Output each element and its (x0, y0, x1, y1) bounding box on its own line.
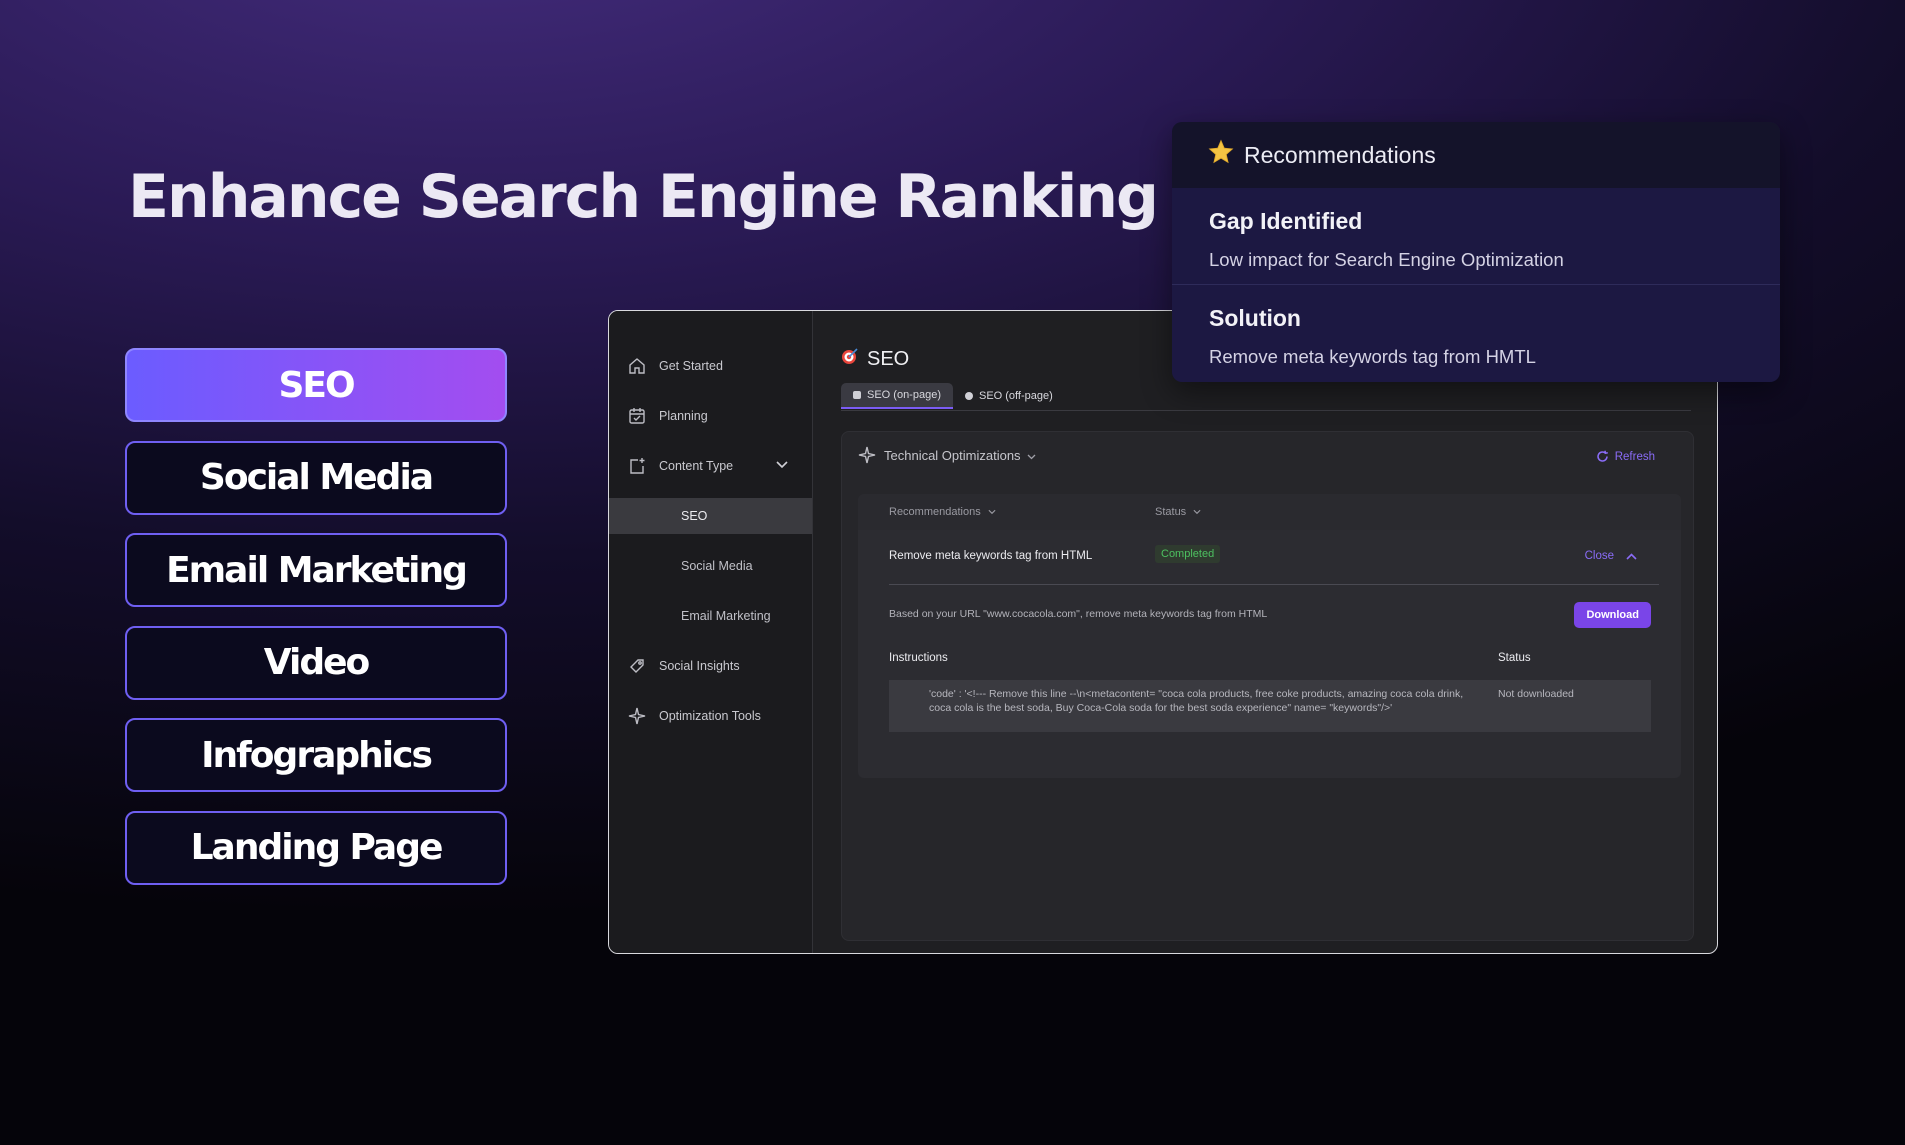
refresh-icon (1596, 450, 1608, 462)
code-snippet-row: 'code' : '<!--- Remove this line --\n<me… (889, 680, 1651, 732)
technical-optimizations-panel: Technical Optimizations Refresh Recommen… (841, 431, 1694, 941)
table-row[interactable]: Remove meta keywords tag from HTML Compl… (858, 530, 1681, 584)
solution-title: Solution (1209, 305, 1301, 331)
chevron-down-icon (1027, 448, 1036, 463)
close-button[interactable]: Close (1585, 550, 1637, 562)
chevron-up-icon (1626, 552, 1637, 560)
download-button[interactable]: Download (1574, 602, 1651, 628)
sidebar-item-get-started[interactable]: Get Started (609, 341, 812, 391)
page-icon (853, 391, 861, 399)
category-landing-page-button[interactable]: Landing Page (125, 810, 507, 885)
sparkle-icon (858, 446, 876, 464)
detail-description: Based on your URL "www.cocacola.com", re… (889, 608, 1268, 620)
instructions-status-header: Status (1498, 652, 1531, 664)
category-email-marketing-button[interactable]: Email Marketing (125, 533, 507, 607)
sidebar-subitem-social-media[interactable]: Social Media (609, 541, 812, 591)
sidebar-item-social-insights[interactable]: Social Insights (609, 641, 812, 691)
gap-text: Low impact for Search Engine Optimizatio… (1209, 249, 1564, 270)
chevron-down-icon (988, 509, 996, 515)
solution-text: Remove meta keywords tag from HMTL (1209, 346, 1536, 367)
home-icon (627, 356, 647, 376)
sidebar-item-label: Optimization Tools (659, 709, 761, 723)
sidebar-item-label: Planning (659, 409, 708, 423)
status-badge: Completed (1155, 545, 1221, 563)
gap-section: Gap Identified Low impact for Search Eng… (1209, 208, 1564, 271)
gap-title: Gap Identified (1209, 208, 1363, 234)
sidebar: Get Started Planning Content Type SEO So… (609, 311, 813, 953)
code-status: Not downloaded (1498, 688, 1574, 700)
sidebar-item-content-type[interactable]: Content Type (609, 441, 812, 491)
panel-header[interactable]: Technical Optimizations (858, 446, 1036, 464)
solution-section: Solution Remove meta keywords tag from H… (1209, 305, 1536, 368)
star-icon (1208, 139, 1234, 171)
category-social-media-button[interactable]: Social Media (125, 440, 507, 515)
hero-title: Enhance Search Engine Ranking (128, 162, 1159, 232)
sidebar-item-label: Content Type (659, 459, 734, 473)
tab-label: SEO (on-page) (867, 389, 941, 401)
refresh-label: Refresh (1614, 450, 1655, 463)
table-header: Recommendations Status (858, 494, 1681, 530)
category-list: SEO Social Media Email Marketing Video I… (125, 348, 507, 903)
main-content: SEO SEO (on-page) SEO (off-page) Technic… (813, 311, 1717, 953)
category-infographics-button[interactable]: Infographics (125, 718, 507, 792)
code-snippet: 'code' : '<!--- Remove this line --\n<me… (929, 688, 1464, 714)
app-window: Get Started Planning Content Type SEO So… (608, 310, 1718, 954)
tab-seo-off-page[interactable]: SEO (off-page) (953, 383, 1065, 409)
page-title-text: SEO (867, 347, 910, 370)
category-seo-button[interactable]: SEO (125, 348, 507, 422)
calendar-check-icon (627, 406, 647, 426)
recommendation-text: Remove meta keywords tag from HTML (889, 550, 1093, 562)
sidebar-item-planning[interactable]: Planning (609, 391, 812, 441)
refresh-button[interactable]: Refresh (1596, 450, 1655, 463)
category-video-button[interactable]: Video (125, 625, 507, 700)
close-label: Close (1584, 550, 1614, 562)
chevron-down-icon[interactable] (776, 458, 788, 472)
recommendations-title: Recommendations (1244, 141, 1436, 168)
column-header-status[interactable]: Status (1155, 506, 1201, 518)
sidebar-item-optimization-tools[interactable]: Optimization Tools (609, 691, 812, 741)
sidebar-subitem-seo[interactable]: SEO (609, 498, 812, 534)
instructions-header: Instructions (889, 652, 948, 664)
chevron-down-icon (1193, 509, 1201, 515)
sparkle-icon (627, 706, 647, 726)
page-title: SEO (841, 347, 909, 371)
globe-icon (964, 392, 973, 400)
tag-icon (627, 656, 647, 676)
tab-seo-on-page[interactable]: SEO (on-page) (841, 383, 953, 409)
recommendations-header: Recommendations (1172, 122, 1780, 188)
recommendations-table: Recommendations Status Remove meta keywo… (858, 494, 1681, 778)
tab-label: SEO (off-page) (978, 390, 1053, 402)
sidebar-item-label: Get Started (659, 359, 723, 373)
target-icon (841, 347, 859, 371)
add-document-icon (627, 456, 647, 476)
sidebar-subitem-email-marketing[interactable]: Email Marketing (609, 591, 812, 641)
tab-bar: SEO (on-page) SEO (off-page) (841, 383, 1691, 411)
sidebar-item-label: Social Insights (659, 659, 740, 673)
column-header-recommendations[interactable]: Recommendations (889, 506, 996, 518)
panel-title: Technical Optimizations (884, 447, 1021, 463)
column-label: Status (1155, 506, 1187, 518)
recommendations-card: Recommendations Gap Identified Low impac… (1172, 122, 1780, 382)
divider (1172, 284, 1780, 285)
divider (889, 584, 1659, 585)
column-label: Recommendations (889, 506, 981, 518)
